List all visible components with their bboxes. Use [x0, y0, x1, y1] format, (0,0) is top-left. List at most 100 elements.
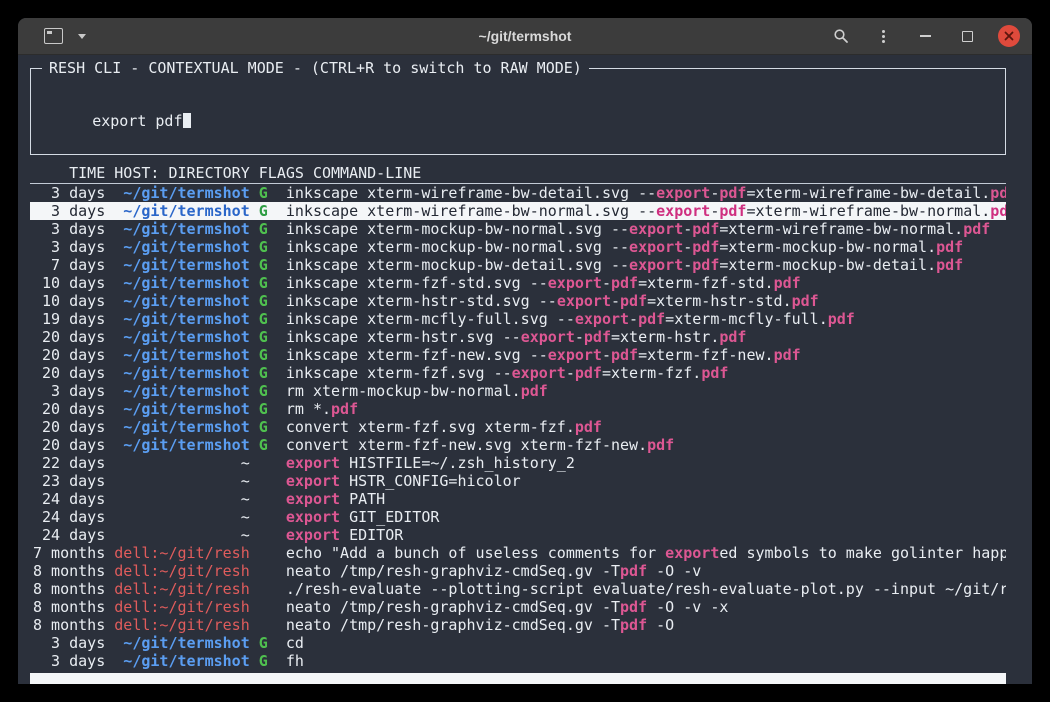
- history-row[interactable]: 3 days ~/git/termshot G inkscape xterm-m…: [30, 238, 1006, 256]
- history-row[interactable]: 3 days ~/git/termshot G rm xterm-mockup-…: [30, 382, 1006, 400]
- history-row[interactable]: 3 days ~/git/termshot G cd: [30, 634, 1006, 652]
- history-row[interactable]: 10 days ~/git/termshot G inkscape xterm-…: [30, 274, 1006, 292]
- command-segment: -O -v: [647, 562, 701, 580]
- row-command: inkscape xterm-mcfly-full.svg --export-p…: [286, 310, 855, 328]
- search-box[interactable]: RESH CLI - CONTEXTUAL MODE - (CTRL+R to …: [30, 68, 1006, 155]
- history-row[interactable]: 20 days ~/git/termshot G convert xterm-f…: [30, 436, 1006, 454]
- command-segment: export: [286, 508, 340, 526]
- row-flags: [259, 580, 286, 598]
- command-segment: export: [656, 184, 710, 202]
- row-time: 19 days: [33, 310, 114, 328]
- command-segment: export: [286, 472, 340, 490]
- restore-button[interactable]: [956, 25, 978, 47]
- history-row[interactable]: 8 months dell:~/git/resh neato /tmp/resh…: [30, 562, 1006, 580]
- new-terminal-button[interactable]: [42, 25, 64, 47]
- history-row[interactable]: 20 days ~/git/termshot G inkscape xterm-…: [30, 328, 1006, 346]
- history-row[interactable]: 3 days ~/git/termshot G inkscape xterm-w…: [30, 184, 1006, 202]
- row-time: 10 days: [33, 292, 114, 310]
- command-segment: export: [286, 490, 340, 508]
- history-list: 3 days ~/git/termshot G inkscape xterm-w…: [30, 184, 1006, 670]
- row-command: inkscape xterm-wireframe-bw-detail.svg -…: [286, 184, 1006, 202]
- row-time: 20 days: [33, 364, 114, 382]
- history-row[interactable]: 10 days ~/git/termshot G inkscape xterm-…: [30, 292, 1006, 310]
- history-row[interactable]: 8 months dell:~/git/resh ./resh-evaluate…: [30, 580, 1006, 598]
- search-query[interactable]: export pdf: [92, 112, 182, 130]
- command-segment: pdf: [719, 184, 746, 202]
- row-time: 3 days: [33, 238, 114, 256]
- row-time: 3 days: [33, 184, 114, 202]
- profile-dropdown-caret-icon: [78, 34, 86, 39]
- row-host-directory: ~/git/termshot: [114, 292, 259, 310]
- history-row[interactable]: 7 months dell:~/git/resh echo "Add a bun…: [30, 544, 1006, 562]
- row-command: neato /tmp/resh-graphviz-cmdSeq.gv -Tpdf…: [286, 562, 701, 580]
- row-command: rm *.pdf: [286, 400, 358, 418]
- history-row[interactable]: 3 days ~/git/termshot G fh: [30, 652, 1006, 670]
- command-segment: pdf: [584, 328, 611, 346]
- row-host-directory: ~/git/termshot: [114, 328, 259, 346]
- command-segment: -O: [647, 616, 674, 634]
- row-flags: [259, 526, 286, 544]
- row-host-directory: ~/git/termshot: [114, 436, 259, 454]
- close-button[interactable]: [998, 25, 1020, 47]
- row-flags: [259, 490, 286, 508]
- row-host-directory: ~/git/termshot: [114, 400, 259, 418]
- row-command: inkscape xterm-fzf-std.svg --export-pdf=…: [286, 274, 801, 292]
- history-row[interactable]: 22 days ~ export HISTFILE=~/.zsh_history…: [30, 454, 1006, 472]
- command-segment: -: [683, 220, 692, 238]
- command-segment: -O -v -x: [647, 598, 728, 616]
- row-time: 7 months: [33, 544, 114, 562]
- command-segment: -: [566, 364, 575, 382]
- command-segment: export: [286, 526, 340, 544]
- command-segment: pdf: [701, 364, 728, 382]
- row-host-directory: ~/git/termshot: [114, 382, 259, 400]
- row-time: 23 days: [33, 472, 114, 490]
- minimize-button[interactable]: [914, 25, 936, 47]
- row-time: 8 months: [33, 598, 114, 616]
- command-segment: =xterm-mockup-bw-detail.: [719, 256, 936, 274]
- history-row[interactable]: 3 days ~/git/termshot G inkscape xterm-w…: [30, 202, 1006, 220]
- new-terminal-window-icon: [44, 28, 63, 44]
- row-flags: G: [259, 256, 286, 274]
- command-segment: =xterm-fzf-new.: [638, 346, 773, 364]
- history-row[interactable]: 24 days ~ export PATH: [30, 490, 1006, 508]
- command-segment: =xterm-mcfly-full.: [665, 310, 828, 328]
- history-row[interactable]: 20 days ~/git/termshot G rm *.pdf: [30, 400, 1006, 418]
- command-segment: pdf: [963, 220, 990, 238]
- row-time: 10 days: [33, 274, 114, 292]
- row-time: 20 days: [33, 328, 114, 346]
- history-row[interactable]: 24 days ~ export GIT_EDITOR: [30, 508, 1006, 526]
- titlebar[interactable]: ~/git/termshot: [18, 18, 1032, 55]
- history-row[interactable]: 20 days ~/git/termshot G inkscape xterm-…: [30, 364, 1006, 382]
- history-row[interactable]: 3 days ~/git/termshot G inkscape xterm-m…: [30, 220, 1006, 238]
- history-row[interactable]: 8 months dell:~/git/resh neato /tmp/resh…: [30, 616, 1006, 634]
- search-icon: [833, 28, 849, 44]
- row-flags: G: [259, 346, 286, 364]
- history-row[interactable]: 20 days ~/git/termshot G convert xterm-f…: [30, 418, 1006, 436]
- row-host-directory: ~/git/termshot: [114, 202, 259, 220]
- row-command: neato /tmp/resh-graphviz-cmdSeq.gv -Tpdf…: [286, 598, 729, 616]
- search-button[interactable]: [830, 25, 852, 47]
- history-row[interactable]: 19 days ~/git/termshot G inkscape xterm-…: [30, 310, 1006, 328]
- command-segment: pdf: [792, 292, 819, 310]
- command-segment: =xterm-hstr.: [611, 328, 719, 346]
- history-row[interactable]: 7 days ~/git/termshot G inkscape xterm-m…: [30, 256, 1006, 274]
- row-host-directory: dell:~/git/resh: [114, 544, 259, 562]
- command-segment: inkscape xterm-hstr.svg --: [286, 328, 521, 346]
- history-row[interactable]: 8 months dell:~/git/resh neato /tmp/resh…: [30, 598, 1006, 616]
- command-segment: pdf: [936, 238, 963, 256]
- row-time: 24 days: [33, 508, 114, 526]
- history-row[interactable]: 23 days ~ export HSTR_CONFIG=hicolor: [30, 472, 1006, 490]
- command-segment: export: [629, 220, 683, 238]
- command-segment: pdf: [774, 346, 801, 364]
- row-time: 20 days: [33, 436, 114, 454]
- history-row[interactable]: 24 days ~ export EDITOR: [30, 526, 1006, 544]
- row-command: convert xterm-fzf-new.svg xterm-fzf-new.…: [286, 436, 674, 454]
- menu-button[interactable]: [872, 25, 894, 47]
- row-flags: [259, 454, 286, 472]
- row-command: inkscape xterm-fzf.svg --export-pdf=xter…: [286, 364, 729, 382]
- command-segment: export: [512, 364, 566, 382]
- row-time: 8 months: [33, 616, 114, 634]
- history-row[interactable]: 20 days ~/git/termshot G inkscape xterm-…: [30, 346, 1006, 364]
- profile-dropdown-button[interactable]: [71, 25, 93, 47]
- terminal-window: ~/git/termshot: [18, 18, 1032, 684]
